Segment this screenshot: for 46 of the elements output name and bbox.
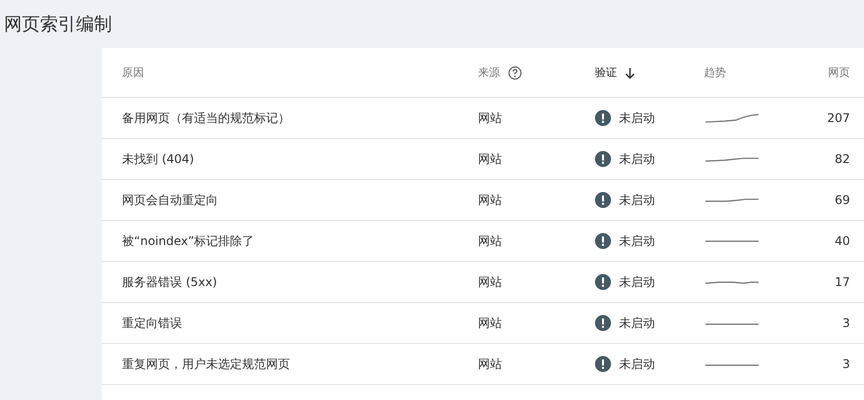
page-title: 网页索引编制 [4, 13, 112, 36]
status-text: 未启动 [619, 110, 655, 126]
warning-icon [595, 110, 611, 126]
status-text: 未启动 [619, 274, 655, 290]
warning-icon [595, 192, 611, 208]
status-text: 未启动 [619, 192, 655, 208]
column-header[interactable]: 验证 [595, 65, 617, 80]
reason-cell: 网页会自动重定向 [122, 192, 218, 208]
source-cell: 网站 [478, 274, 502, 290]
trend-sparkline [704, 114, 760, 122]
status-text: 未启动 [619, 232, 655, 250]
source-cell: 网站 [478, 314, 502, 332]
warning-icon [595, 356, 611, 372]
source-cell: 网站 [478, 110, 502, 126]
pages-count: 3 [842, 316, 850, 330]
reason-cell: 服务器错误 (5xx) [122, 274, 218, 290]
warning-icon [595, 151, 611, 167]
reason-cell: 被“noindex”标记排除了 [122, 232, 254, 250]
column-header[interactable]: 趋势 [704, 65, 726, 80]
pages-count: 40 [834, 234, 850, 248]
pages-count: 69 [834, 193, 850, 207]
reason-cell: 重定向错误 [122, 314, 182, 332]
pages-count: 3 [842, 357, 850, 371]
source-cell: 网站 [478, 192, 502, 208]
pages-count: 82 [834, 152, 850, 166]
status-text: 未启动 [619, 314, 655, 332]
source-cell: 网站 [478, 232, 502, 250]
reason-cell: 未找到 (404) [122, 150, 194, 168]
warning-icon [595, 315, 611, 331]
trend-sparkline [704, 154, 760, 164]
pages-count: 207 [827, 111, 850, 125]
source-cell: 网站 [478, 150, 502, 168]
column-header[interactable]: 来源 [478, 65, 500, 80]
pages-count: 17 [834, 275, 850, 289]
sort-arrow-icon[interactable] [625, 66, 635, 78]
reason-cell: 重复网页，用户未选定规范网页 [122, 356, 290, 372]
status-text: 未启动 [619, 150, 655, 168]
source-cell: 网站 [478, 356, 502, 372]
status-text: 未启动 [619, 356, 655, 372]
column-header[interactable]: 网页 [828, 65, 850, 80]
help-icon[interactable] [508, 66, 522, 80]
warning-icon [595, 274, 611, 290]
column-header[interactable]: 原因 [122, 65, 144, 80]
trend-sparkline [704, 196, 760, 204]
warning-icon [595, 233, 611, 249]
reason-cell: 备用网页（有适当的规范标记） [122, 110, 290, 126]
